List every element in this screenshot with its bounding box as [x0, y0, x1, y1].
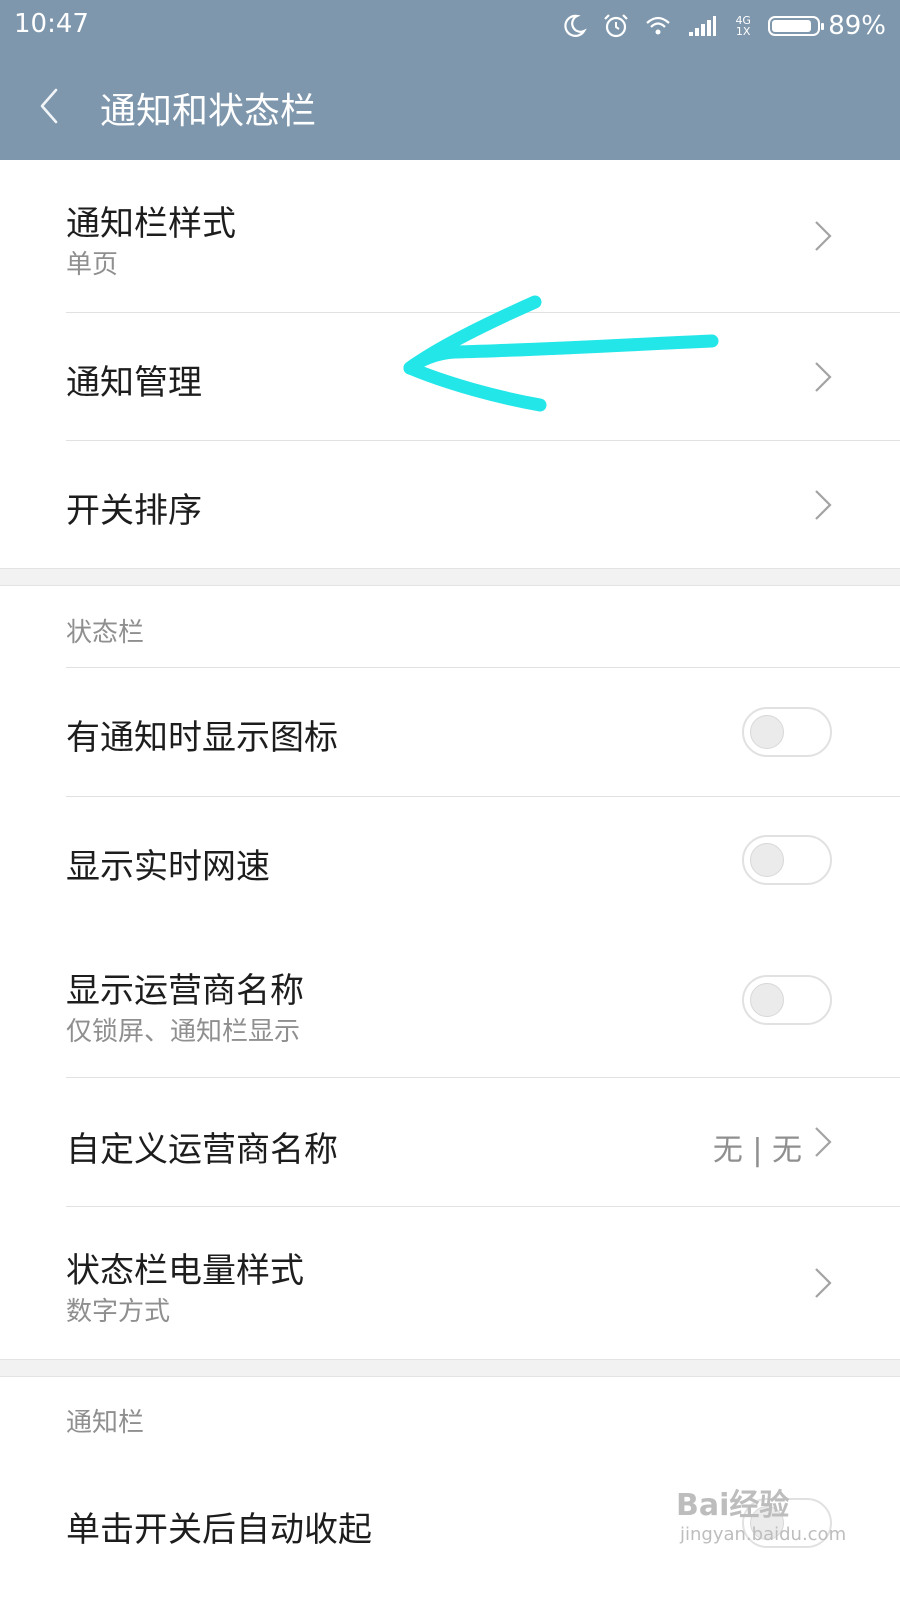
alarm-icon: [604, 14, 628, 38]
setting-toggle-order[interactable]: 开关排序: [0, 441, 900, 568]
chevron-right-icon: [815, 221, 832, 251]
setting-notification-management[interactable]: 通知管理: [0, 313, 900, 440]
section-header-notification-bar: 通知栏: [66, 1408, 145, 1438]
setting-value: 无 | 无: [712, 1133, 802, 1168]
setting-title: 单击开关后自动收起: [66, 1510, 372, 1550]
setting-title: 状态栏电量样式: [66, 1251, 304, 1291]
toggle-knob: [750, 715, 784, 749]
section-header-status-bar: 状态栏: [66, 618, 145, 648]
setting-title: 显示运营商名称: [66, 971, 304, 1011]
setting-title: 自定义运营商名称: [66, 1130, 338, 1170]
setting-show-notification-icons: 有通知时显示图标: [0, 668, 900, 796]
setting-subtitle: 仅锁屏、通知栏显示: [66, 1017, 301, 1047]
wifi-icon: [646, 16, 670, 35]
toggle-knob: [750, 843, 784, 877]
status-bar: 10:47 4G 1X 89%: [0, 0, 900, 52]
chevron-right-icon: [815, 1268, 832, 1298]
page-title: 通知和状态栏: [100, 91, 317, 132]
setting-title: 通知管理: [66, 363, 202, 403]
network-type-label: 4G 1X: [735, 14, 751, 38]
chevron-right-icon: [815, 490, 832, 520]
toggle-knob: [750, 983, 784, 1017]
setting-show-network-speed: 显示实时网速: [0, 797, 900, 925]
setting-custom-carrier-name[interactable]: 自定义运营商名称 无 | 无: [0, 1078, 900, 1206]
battery-fill: [772, 20, 811, 32]
watermark-url: jingyan.baidu.com: [680, 1524, 847, 1545]
section-gap: [0, 568, 900, 586]
setting-title: 开关排序: [66, 491, 202, 531]
setting-title: 有通知时显示图标: [66, 718, 338, 758]
section-gap: [0, 1359, 900, 1377]
setting-title: 显示实时网速: [66, 847, 270, 887]
moon-icon: [564, 14, 587, 37]
setting-subtitle: 数字方式: [66, 1297, 171, 1327]
setting-battery-style[interactable]: 状态栏电量样式 数字方式: [0, 1207, 900, 1359]
back-button[interactable]: [32, 82, 68, 130]
status-time: 10:47: [14, 9, 89, 39]
signal-icon: [689, 16, 717, 36]
watermark-logo: Bai经验: [676, 1488, 790, 1523]
status-icons: 4G 1X 89%: [560, 8, 886, 44]
battery-percent: 89%: [828, 11, 886, 41]
watermark: Bai经验 jingyan.baidu.com: [676, 1480, 886, 1560]
title-bar: 通知和状态栏: [0, 52, 900, 160]
battery-icon: [768, 16, 825, 36]
toggle-show-notification-icons[interactable]: [742, 707, 832, 757]
toggle-show-carrier-name[interactable]: [742, 975, 832, 1025]
setting-notification-style[interactable]: 通知栏样式 单页: [0, 160, 900, 312]
chevron-right-icon: [815, 362, 832, 392]
setting-subtitle: 单页: [66, 250, 119, 280]
setting-show-carrier-name: 显示运营商名称 仅锁屏、通知栏显示: [0, 925, 900, 1077]
chevron-right-icon: [815, 1127, 832, 1157]
battery: 89%: [768, 11, 886, 41]
setting-title: 通知栏样式: [66, 204, 236, 244]
toggle-show-network-speed[interactable]: [742, 835, 832, 885]
